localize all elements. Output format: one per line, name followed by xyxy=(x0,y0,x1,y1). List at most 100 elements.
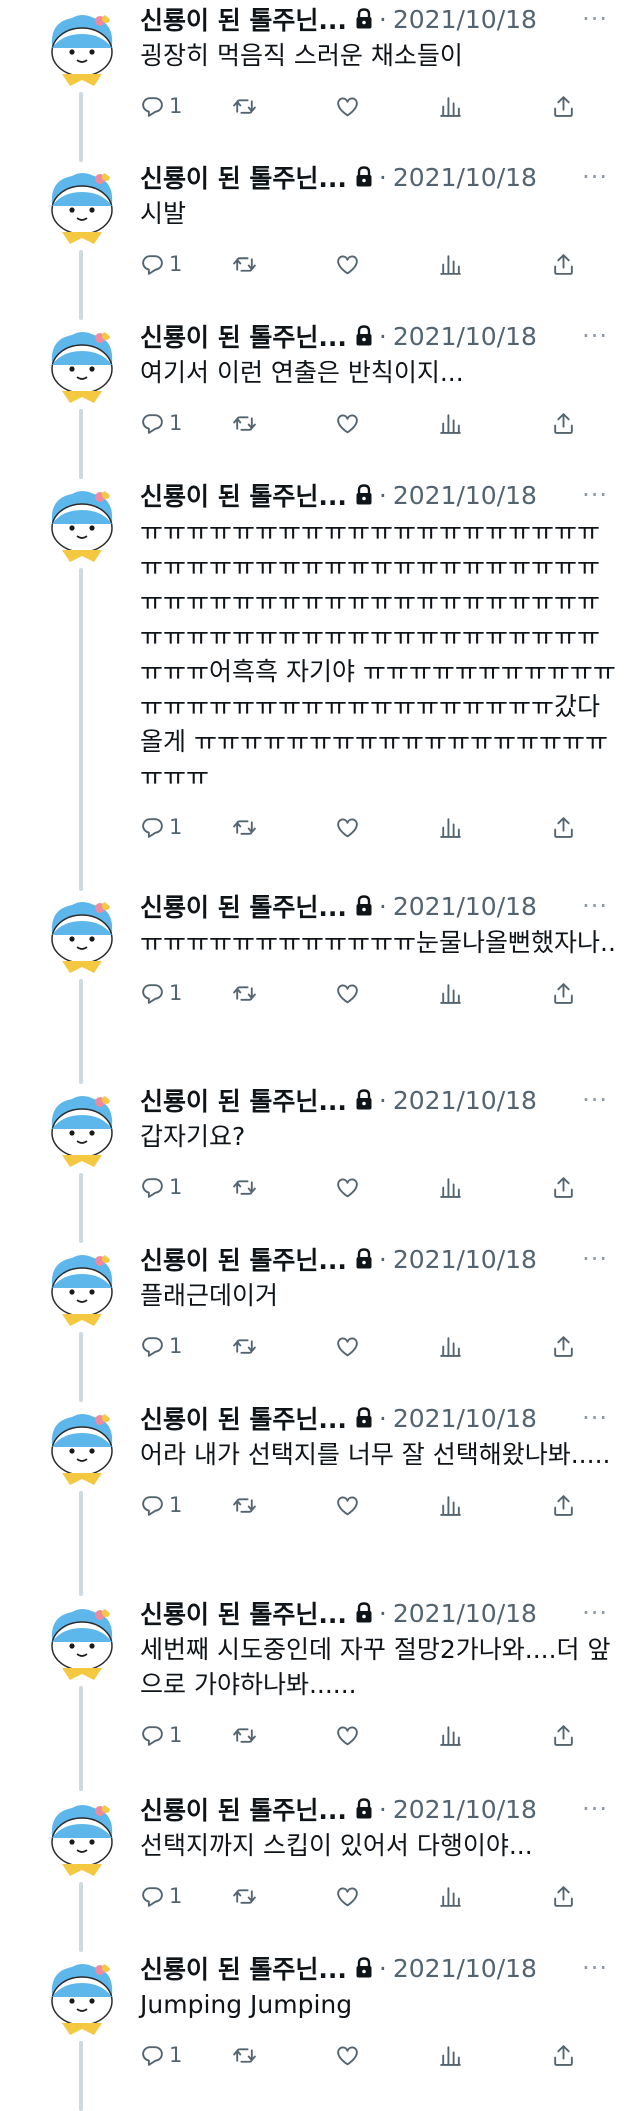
avatar[interactable] xyxy=(42,166,122,246)
author-name[interactable]: 신룡이 된 톨주닌... xyxy=(140,1082,347,1118)
like-button[interactable] xyxy=(335,1334,438,1359)
like-button[interactable] xyxy=(335,2043,438,2068)
avatar[interactable] xyxy=(42,1798,122,1878)
views-button[interactable] xyxy=(438,2043,551,2068)
retweet-button[interactable] xyxy=(232,1334,335,1359)
share-button[interactable] xyxy=(551,1884,581,1909)
author-name[interactable]: 신룡이 된 톨주닌... xyxy=(140,1,347,37)
share-button[interactable] xyxy=(551,1175,581,1200)
share-button[interactable] xyxy=(551,411,581,436)
retweet-button[interactable] xyxy=(232,1175,335,1200)
tweet[interactable]: 신룡이 된 톨주닌... · 2021/10/18 ··· 플래근데이거 1 xyxy=(0,1240,640,1402)
views-button[interactable] xyxy=(438,1493,551,1518)
tweet-date[interactable]: 2021/10/18 xyxy=(393,1404,537,1433)
more-options-icon[interactable]: ··· xyxy=(582,163,620,191)
more-options-icon[interactable]: ··· xyxy=(582,1795,620,1823)
retweet-button[interactable] xyxy=(232,1493,335,1518)
reply-button[interactable]: 1 xyxy=(140,815,232,840)
views-button[interactable] xyxy=(438,981,551,1006)
author-name[interactable]: 신룡이 된 톨주닌... xyxy=(140,1241,347,1277)
tweet-date[interactable]: 2021/10/18 xyxy=(393,322,537,351)
more-options-icon[interactable]: ··· xyxy=(582,1599,620,1627)
avatar[interactable] xyxy=(42,1089,122,1169)
retweet-button[interactable] xyxy=(232,1884,335,1909)
views-button[interactable] xyxy=(438,815,551,840)
like-button[interactable] xyxy=(335,815,438,840)
reply-button[interactable]: 1 xyxy=(140,1175,232,1200)
tweet[interactable]: 신룡이 된 톨주닌... · 2021/10/18 ··· 여기서 이런 연출은… xyxy=(0,317,640,479)
reply-button[interactable]: 1 xyxy=(140,94,232,119)
tweet-date[interactable]: 2021/10/18 xyxy=(393,481,537,510)
retweet-button[interactable] xyxy=(232,94,335,119)
like-button[interactable] xyxy=(335,252,438,277)
author-name[interactable]: 신룡이 된 톨주닌... xyxy=(140,1595,347,1631)
avatar[interactable] xyxy=(42,1248,122,1328)
share-button[interactable] xyxy=(551,981,581,1006)
author-name[interactable]: 신룡이 된 톨주닌... xyxy=(140,1791,347,1827)
views-button[interactable] xyxy=(438,1884,551,1909)
like-button[interactable] xyxy=(335,981,438,1006)
reply-button[interactable]: 1 xyxy=(140,1884,232,1909)
views-button[interactable] xyxy=(438,1334,551,1359)
like-button[interactable] xyxy=(335,1493,438,1518)
tweet[interactable]: 신룡이 된 톨주닌... · 2021/10/18 ··· ㅠㅠㅠㅠㅠㅠㅠㅠㅠㅠ… xyxy=(0,887,640,1084)
share-button[interactable] xyxy=(551,1493,581,1518)
share-button[interactable] xyxy=(551,252,581,277)
tweet[interactable]: 신룡이 된 톨주닌... · 2021/10/18 ··· 갑자기요? 1 xyxy=(0,1081,640,1243)
share-button[interactable] xyxy=(551,1723,581,1748)
like-button[interactable] xyxy=(335,411,438,436)
views-button[interactable] xyxy=(438,1175,551,1200)
like-button[interactable] xyxy=(335,94,438,119)
more-options-icon[interactable]: ··· xyxy=(582,1954,620,1982)
reply-button[interactable]: 1 xyxy=(140,981,232,1006)
retweet-button[interactable] xyxy=(232,981,335,1006)
avatar[interactable] xyxy=(42,325,122,405)
share-button[interactable] xyxy=(551,2043,581,2068)
share-button[interactable] xyxy=(551,815,581,840)
tweet[interactable]: 신룡이 된 톨주닌... · 2021/10/18 ··· 어라 내가 선택지를… xyxy=(0,1399,640,1596)
tweet-date[interactable]: 2021/10/18 xyxy=(393,1086,537,1115)
share-button[interactable] xyxy=(551,1334,581,1359)
avatar[interactable] xyxy=(42,1602,122,1682)
like-button[interactable] xyxy=(335,1175,438,1200)
author-name[interactable]: 신룡이 된 톨주닌... xyxy=(140,1950,347,1986)
views-button[interactable] xyxy=(438,94,551,119)
reply-button[interactable]: 1 xyxy=(140,2043,232,2068)
tweet[interactable]: 신룡이 된 톨주닌... · 2021/10/18 ··· ㅠㅠㅠㅠㅠㅠㅠㅠㅠㅠ… xyxy=(0,476,640,891)
views-button[interactable] xyxy=(438,1723,551,1748)
retweet-button[interactable] xyxy=(232,1723,335,1748)
tweet-date[interactable]: 2021/10/18 xyxy=(393,1954,537,1983)
author-name[interactable]: 신룡이 된 톨주닌... xyxy=(140,477,347,513)
more-options-icon[interactable]: ··· xyxy=(582,1086,620,1114)
reply-button[interactable]: 1 xyxy=(140,252,232,277)
like-button[interactable] xyxy=(335,1884,438,1909)
more-options-icon[interactable]: ··· xyxy=(582,5,620,33)
author-name[interactable]: 신룡이 된 톨주닌... xyxy=(140,888,347,924)
avatar[interactable] xyxy=(42,1407,122,1487)
tweet-date[interactable]: 2021/10/18 xyxy=(393,1245,537,1274)
more-options-icon[interactable]: ··· xyxy=(582,1245,620,1273)
tweet[interactable]: 신룡이 된 톨주닌... · 2021/10/18 ··· Jumping Ju… xyxy=(0,1949,640,2111)
reply-button[interactable]: 1 xyxy=(140,1493,232,1518)
more-options-icon[interactable]: ··· xyxy=(582,1404,620,1432)
avatar[interactable] xyxy=(42,895,122,975)
tweet[interactable]: 신룡이 된 톨주닌... · 2021/10/18 ··· 선택지까지 스킵이 … xyxy=(0,1790,640,1952)
retweet-button[interactable] xyxy=(232,2043,335,2068)
tweet[interactable]: 신룡이 된 톨주닌... · 2021/10/18 ··· 시발 1 xyxy=(0,158,640,320)
tweet-date[interactable]: 2021/10/18 xyxy=(393,163,537,192)
retweet-button[interactable] xyxy=(232,252,335,277)
reply-button[interactable]: 1 xyxy=(140,1334,232,1359)
avatar[interactable] xyxy=(42,1957,122,2037)
tweet[interactable]: 신룡이 된 톨주닌... · 2021/10/18 ··· 세번째 시도중인데 … xyxy=(0,1594,640,1791)
share-button[interactable] xyxy=(551,94,581,119)
reply-button[interactable]: 1 xyxy=(140,411,232,436)
more-options-icon[interactable]: ··· xyxy=(582,892,620,920)
reply-button[interactable]: 1 xyxy=(140,1723,232,1748)
avatar[interactable] xyxy=(42,484,122,564)
retweet-button[interactable] xyxy=(232,815,335,840)
tweet-date[interactable]: 2021/10/18 xyxy=(393,1599,537,1628)
more-options-icon[interactable]: ··· xyxy=(582,322,620,350)
views-button[interactable] xyxy=(438,252,551,277)
tweet-date[interactable]: 2021/10/18 xyxy=(393,5,537,34)
author-name[interactable]: 신룡이 된 톨주닌... xyxy=(140,1400,347,1436)
